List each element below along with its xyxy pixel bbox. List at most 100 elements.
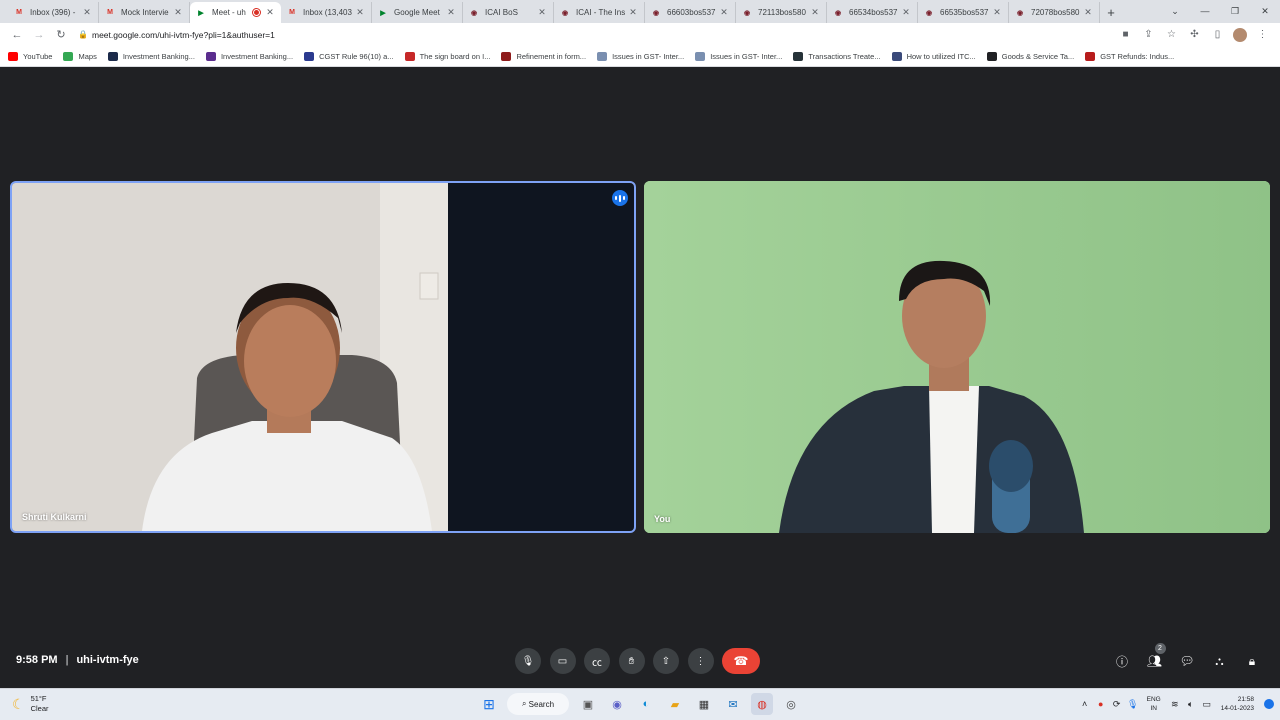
volume-icon[interactable]: 🔈︎ xyxy=(1183,693,1199,715)
captions-button[interactable]: ㏄ xyxy=(584,648,610,674)
more-options-button[interactable]: ⋮ xyxy=(687,648,714,674)
browser-tab[interactable]: ◉ 66534bos537 ✕ xyxy=(827,2,918,23)
people-button[interactable]: 👥︎ 2 xyxy=(1145,643,1166,671)
file-explorer-icon[interactable]: ▰ xyxy=(664,693,686,715)
menu-kebab-icon[interactable]: ⋮ xyxy=(1251,25,1274,45)
bookmark-item[interactable]: How to utilized ITC... xyxy=(891,51,976,61)
restore-button[interactable]: ❐ xyxy=(1220,0,1250,22)
camera-button[interactable]: ▭ xyxy=(549,648,576,674)
forward-button[interactable]: → xyxy=(28,25,50,45)
browser-toolbar: ← → ↻ 🔒 meet.google.com/uhi-ivtm-fye?pli… xyxy=(0,23,1280,46)
browser-tab[interactable]: ◉ 72113bos580 ✕ xyxy=(736,2,827,23)
bookmark-item[interactable]: Issues in GST- Inter... xyxy=(597,51,684,61)
meet-icon: ▶ xyxy=(380,9,386,17)
lang-line2: IN xyxy=(1150,705,1157,712)
store-icon[interactable]: ▦ xyxy=(693,693,715,715)
browser-tab[interactable]: M Mock Intervie ✕ xyxy=(99,2,190,23)
browser-tab[interactable]: ◉ 66535bos537 ✕ xyxy=(918,2,1009,23)
minimize-button[interactable]: — xyxy=(1190,0,1220,22)
close-tab-icon[interactable]: ✕ xyxy=(265,7,275,18)
windows-start-icon[interactable]: ⊞ xyxy=(478,693,500,715)
icai-icon: ◉ xyxy=(925,9,933,17)
close-tab-icon[interactable]: ✕ xyxy=(173,7,183,18)
new-tab-button[interactable]: + xyxy=(1100,2,1122,23)
browser-tab[interactable]: ◉ ICAI - The Ins ✕ xyxy=(554,2,645,23)
bookmark-item[interactable]: Refinement in form... xyxy=(501,51,586,61)
battery-icon[interactable]: ▭ xyxy=(1199,693,1215,715)
back-button[interactable]: ← xyxy=(6,25,28,45)
side-panel-icon[interactable]: ▯ xyxy=(1206,25,1229,45)
notification-icon[interactable] xyxy=(1264,699,1274,709)
extensions-icon[interactable]: ✣ xyxy=(1183,25,1206,45)
icai-icon: ◉ xyxy=(834,9,842,17)
reload-button[interactable]: ↻ xyxy=(50,25,72,45)
host-controls-button[interactable]: 🔒︎ xyxy=(1242,651,1262,671)
participant-tile-you[interactable]: You xyxy=(644,181,1270,533)
browser-tab[interactable]: ▶ Meet - uh ✕ xyxy=(190,2,281,23)
close-tab-icon[interactable]: ✕ xyxy=(719,7,729,18)
chevron-up-icon[interactable]: ˄ xyxy=(1077,693,1093,715)
chrome-icon[interactable]: ◍ xyxy=(751,693,773,715)
browser-tab[interactable]: M Inbox (396) - ✕ xyxy=(8,2,99,23)
browser-tab[interactable]: ▶ Google Meet ✕ xyxy=(372,2,463,23)
raise-hand-button[interactable]: ✋︎ xyxy=(618,648,645,674)
wifi-icon[interactable]: ≋ xyxy=(1167,693,1183,715)
weather-widget[interactable]: ☾ 51°F Clear xyxy=(12,694,49,714)
bookmark-item[interactable]: Investment Banking... xyxy=(107,51,195,61)
chevron-down-icon[interactable]: ⌄ xyxy=(1160,0,1190,22)
close-tab-icon[interactable]: ✕ xyxy=(537,7,547,18)
close-tab-icon[interactable]: ✕ xyxy=(355,7,365,18)
close-tab-icon[interactable]: ✕ xyxy=(1083,7,1093,18)
language-indicator[interactable]: ENG IN xyxy=(1147,695,1161,713)
microphone-tray-icon[interactable]: 🎙︎ xyxy=(1125,693,1141,715)
bookmark-label: Transactions Treate... xyxy=(808,51,881,61)
bookmark-item[interactable]: Maps xyxy=(63,51,97,61)
tray-app-icon[interactable]: ● xyxy=(1093,693,1109,715)
taskbar-search[interactable]: ⌕ Search xyxy=(507,693,569,715)
close-tab-icon[interactable]: ✕ xyxy=(628,7,638,18)
bookmarks-bar: YouTube Maps Investment Banking... Investme… xyxy=(0,46,1280,67)
browser-tab[interactable]: ◉ 72078bos580 ✕ xyxy=(1009,2,1100,23)
profile-avatar[interactable] xyxy=(1233,27,1247,42)
edge-icon[interactable]: ◐ xyxy=(635,693,657,715)
close-tab-icon[interactable]: ✕ xyxy=(446,7,456,18)
task-view-icon[interactable]: ▣ xyxy=(577,693,599,715)
chrome-alt-icon[interactable]: ◎ xyxy=(780,693,802,715)
sync-icon[interactable]: ⟳ xyxy=(1109,693,1125,715)
bookmark-star-icon[interactable]: ☆ xyxy=(1160,25,1183,45)
camera-in-use-icon[interactable]: ■ xyxy=(1114,25,1137,45)
bookmark-item[interactable]: GST Refunds: Indus... xyxy=(1085,51,1174,61)
present-screen-button[interactable]: ⇧ xyxy=(653,648,679,674)
system-clock[interactable]: 21:58 14-01-2023 xyxy=(1221,695,1254,713)
leave-call-button[interactable]: ☎︎ xyxy=(722,648,760,674)
browser-tab[interactable]: ◉ 66603bos537 ✕ xyxy=(645,2,736,23)
meeting-details-button[interactable]: ⓘ xyxy=(1112,651,1132,671)
teams-icon[interactable]: ◉ xyxy=(606,693,628,715)
microphone-button[interactable]: 🎙︎ xyxy=(515,648,541,674)
activities-button[interactable]: ⛬ xyxy=(1210,651,1230,671)
meet-icon: ▶ xyxy=(198,9,204,17)
close-window-button[interactable]: ✕ xyxy=(1250,0,1280,22)
close-tab-icon[interactable]: ✕ xyxy=(82,7,92,18)
mail-icon[interactable]: ✉ xyxy=(722,693,744,715)
meeting-info: 9:58 PM | uhi-ivtm-fye xyxy=(16,654,139,666)
lock-icon: 🔒 xyxy=(78,30,88,39)
browser-tab[interactable]: M Inbox (13,403 ✕ xyxy=(281,2,372,23)
close-tab-icon[interactable]: ✕ xyxy=(810,7,820,18)
bookmark-item[interactable]: Issues in GST- Inter... xyxy=(695,51,782,61)
bookmark-item[interactable]: Investment Banking... xyxy=(205,51,293,61)
close-tab-icon[interactable]: ✕ xyxy=(992,7,1002,18)
participant-tile-shruti[interactable]: Shruti Kulkarni xyxy=(10,181,636,533)
bookmark-item[interactable]: YouTube xyxy=(8,51,52,61)
close-tab-icon[interactable]: ✕ xyxy=(901,7,911,18)
bookmark-item[interactable]: The sign board on I... xyxy=(404,51,490,61)
meeting-code: uhi-ivtm-fye xyxy=(76,654,139,666)
browser-tab[interactable]: ◉ ICAI BoS ✕ xyxy=(463,2,554,23)
share-icon[interactable]: ⇪ xyxy=(1137,25,1160,45)
bookmark-item[interactable]: Transactions Treate... xyxy=(793,51,881,61)
address-bar[interactable]: 🔒 meet.google.com/uhi-ivtm-fye?pli=1&aut… xyxy=(78,26,1108,44)
bookmark-item[interactable]: Goods & Service Ta... xyxy=(986,51,1074,61)
bookmark-favicon-icon xyxy=(793,51,804,61)
bookmark-item[interactable]: CGST Rule 96(10) a... xyxy=(304,51,394,61)
chat-button[interactable]: 💬︎ xyxy=(1177,651,1197,671)
